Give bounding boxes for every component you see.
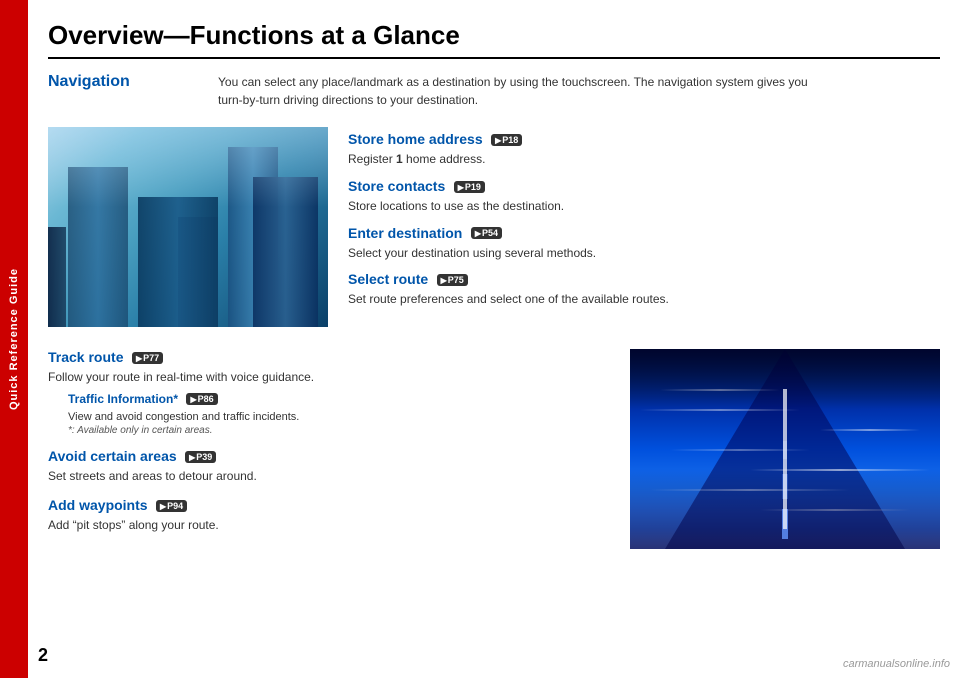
feature-track-route-title: Track route — [48, 349, 123, 365]
features-list: Store home address P18 Register 1 home a… — [348, 127, 940, 327]
sky-gradient — [48, 127, 328, 207]
sub-feature-traffic-desc: View and avoid congestion and traffic in… — [68, 410, 610, 425]
sub-feature-traffic-badge: P86 — [186, 393, 217, 405]
road-top-gradient — [630, 349, 940, 409]
road-image — [630, 349, 940, 549]
feature-enter-destination-desc: Select your destination using several me… — [348, 245, 940, 262]
navigation-label-text: Navigation — [48, 73, 130, 90]
feature-store-home-title: Store home address — [348, 131, 483, 147]
navigation-section: Navigation You can select any place/land… — [48, 73, 940, 109]
watermark: carmanualsonline.info — [843, 658, 950, 670]
feature-store-contacts-badge: P19 — [454, 181, 485, 193]
feature-store-home-desc: Register 1 home address. — [348, 151, 940, 168]
feature-store-contacts-desc: Store locations to use as the destinatio… — [348, 198, 940, 215]
feature-enter-destination-badge: P54 — [471, 227, 502, 239]
feature-avoid-areas-desc: Set streets and areas to detour around. — [48, 468, 610, 485]
bottom-features: Track route P77 Follow your route in rea… — [48, 349, 610, 549]
building-col-2 — [178, 217, 218, 327]
feature-avoid-areas-title: Avoid certain areas — [48, 448, 177, 464]
road-streak-2 — [640, 409, 800, 411]
building-col-1 — [48, 227, 66, 327]
feature-track-route-badge: P77 — [132, 352, 163, 364]
feature-store-contacts-title: Store contacts — [348, 178, 445, 194]
building-image — [48, 127, 328, 327]
feature-add-waypoints-badge: P94 — [156, 500, 187, 512]
page-number: 2 — [38, 645, 48, 666]
feature-store-home: Store home address P18 Register 1 home a… — [348, 131, 940, 168]
bottom-section: Track route P77 Follow your route in rea… — [48, 349, 940, 549]
feature-avoid-areas: Avoid certain areas P39 Set streets and … — [48, 448, 610, 485]
nav-desc-line1: You can select any place/landmark as a d… — [218, 75, 808, 89]
road-center-line-3 — [783, 441, 787, 459]
road-streak-3 — [820, 429, 920, 431]
feature-add-waypoints-desc: Add “pit stops” along your route. — [48, 517, 610, 534]
feature-select-route-desc: Set route preferences and select one of … — [348, 291, 940, 308]
feature-track-route: Track route P77 Follow your route in rea… — [48, 349, 610, 436]
feature-select-route-title: Select route — [348, 271, 428, 287]
road-streak-4 — [670, 449, 810, 451]
feature-select-route: Select route P75 Set route preferences a… — [348, 271, 940, 308]
feature-select-route-badge: P75 — [437, 274, 468, 286]
nav-desc-line2: turn-by-turn driving directions to your … — [218, 93, 478, 107]
feature-add-waypoints: Add waypoints P94 Add “pit stops” along … — [48, 497, 610, 534]
road-center-line-1 — [782, 509, 788, 539]
feature-enter-destination: Enter destination P54 Select your destin… — [348, 225, 940, 262]
left-tab-label: Quick Reference Guide — [8, 268, 20, 410]
sub-feature-traffic: Traffic Information* P86 View and avoid … — [68, 390, 610, 436]
feature-avoid-areas-badge: P39 — [185, 451, 216, 463]
sub-feature-traffic-note: *: Available only in certain areas. — [68, 425, 610, 436]
left-tab: Quick Reference Guide — [0, 0, 28, 678]
road-center-line-2 — [783, 474, 788, 499]
sub-feature-traffic-title: Traffic Information* — [68, 392, 178, 406]
feature-add-waypoints-title: Add waypoints — [48, 497, 148, 513]
top-content-row: Store home address P18 Register 1 home a… — [48, 127, 940, 327]
feature-store-contacts: Store contacts P19 Store locations to us… — [348, 178, 940, 215]
feature-enter-destination-title: Enter destination — [348, 225, 462, 241]
page-title: Overview—Functions at a Glance — [48, 20, 940, 59]
feature-track-route-desc: Follow your route in real-time with voic… — [48, 369, 610, 386]
navigation-label: Navigation — [48, 73, 218, 109]
navigation-description: You can select any place/landmark as a d… — [218, 73, 940, 109]
feature-store-home-badge: P18 — [491, 134, 522, 146]
main-content: Overview—Functions at a Glance Navigatio… — [28, 0, 960, 678]
